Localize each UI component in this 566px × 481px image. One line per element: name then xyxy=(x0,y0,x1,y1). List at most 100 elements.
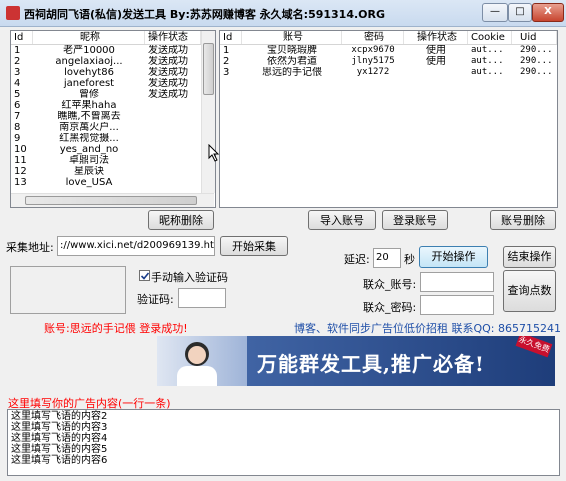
avatar-face xyxy=(188,346,206,364)
cell-account: 思远的手记偎 xyxy=(262,67,322,78)
captcha-code-input[interactable] xyxy=(178,288,226,308)
table-row[interactable]: 8 南京萬火户... xyxy=(11,122,201,133)
col-nickname[interactable]: 昵称 xyxy=(33,31,145,44)
ad-content-textarea[interactable]: 这里填写飞语的内容2 这里填写飞语的内容3 这里填写飞语的内容4 这里填写飞语的内容5… xyxy=(7,409,560,476)
table-row[interactable]: 13 love_USA xyxy=(11,177,201,188)
cell-id: 2 xyxy=(223,56,230,67)
avatar-body xyxy=(177,366,217,386)
ad-banner[interactable]: 万能群发工具,推广必备! 永久免费 xyxy=(157,336,555,386)
start-collect-button[interactable]: 开始采集 xyxy=(220,236,288,256)
cell-account: 依然为君道 xyxy=(267,56,317,67)
cell-id: 4 xyxy=(14,78,21,89)
col-account[interactable]: 账号 xyxy=(242,31,342,44)
cell-status: 发送成功 xyxy=(148,89,188,100)
cell-cookie: aut... xyxy=(471,67,504,77)
delay-unit: 秒 xyxy=(404,253,415,266)
col-status[interactable]: 操作状态 xyxy=(404,31,468,44)
cell-nick: 卓鼎司法 xyxy=(69,155,109,166)
ad-line: 这里填写飞语的内容2 xyxy=(11,411,108,422)
cell-uid: 290... xyxy=(520,56,553,66)
cell-nick: yes_and_no xyxy=(59,144,119,155)
cell-id: 3 xyxy=(14,67,21,78)
collect-url-input[interactable]: ://www.xici.net/d200969139.htm xyxy=(57,236,215,256)
query-points-button[interactable]: 查询点数 xyxy=(503,270,556,312)
cell-id: 10 xyxy=(14,144,27,155)
start-operation-button[interactable]: 开始操作 xyxy=(419,246,488,268)
table-row[interactable]: 6 红苹果haha xyxy=(11,100,201,111)
table-row[interactable]: 1 宝贝晓瑕脾 xcpx9670 使用 aut... 290... xyxy=(220,45,557,56)
cell-nick: lovehyt86 xyxy=(64,67,114,78)
mouse-cursor-icon xyxy=(208,144,220,162)
col-status[interactable]: 操作状态 xyxy=(145,31,201,44)
cell-password: xcpx9670 xyxy=(351,45,395,55)
union-password-input[interactable] xyxy=(420,295,494,315)
scroll-thumb[interactable] xyxy=(203,43,214,95)
account-list-header: Id 账号 密码 操作状态 Cookie Uid xyxy=(220,31,557,45)
table-row[interactable]: 9 红黑视觉摄... xyxy=(11,133,201,144)
cell-status: 使用 xyxy=(426,45,446,56)
manual-captcha-label[interactable]: 手动输入验证码 xyxy=(151,269,228,285)
ad-line: 这里填写飞语的内容4 xyxy=(11,433,108,444)
table-row[interactable]: 3 思远的手记偎 yx1272 aut... 290... xyxy=(220,67,557,78)
cell-id: 7 xyxy=(14,111,21,122)
manual-captcha-checkbox[interactable] xyxy=(139,270,150,281)
minimize-button[interactable]: — xyxy=(482,3,508,22)
col-password[interactable]: 密码 xyxy=(342,31,404,44)
union-account-label: 联众_账号: xyxy=(363,278,417,291)
h-scroll-thumb[interactable] xyxy=(25,196,197,205)
close-button[interactable]: X xyxy=(532,3,564,22)
cell-nick: 南京萬火户... xyxy=(59,122,119,133)
cell-status: 发送成功 xyxy=(148,78,188,89)
cell-nick: 红苹果haha xyxy=(61,100,117,111)
table-row[interactable]: 11 卓鼎司法 xyxy=(11,155,201,166)
cell-id: 5 xyxy=(14,89,21,100)
cell-id: 6 xyxy=(14,100,21,111)
delay-input[interactable]: 20 xyxy=(373,248,401,268)
table-row[interactable]: 5 曾修 发送成功 xyxy=(11,89,201,100)
maximize-button[interactable]: □ xyxy=(508,3,532,22)
table-row[interactable]: 1 老严10000 发送成功 xyxy=(11,45,201,56)
table-row[interactable]: 2 依然为君道 jlny5175 使用 aut... 290... xyxy=(220,56,557,67)
union-account-input[interactable] xyxy=(420,272,494,292)
window-title: 西祠胡同飞语(私信)发送工具 By:苏苏网赚博客 永久域名:591314.ORG xyxy=(24,8,386,21)
cell-status: 发送成功 xyxy=(148,67,188,78)
delay-label: 延迟: xyxy=(344,253,370,266)
delete-account-button[interactable]: 账号删除 xyxy=(490,210,556,230)
cell-id: 9 xyxy=(14,133,21,144)
table-row[interactable]: 7 瞧瞧,不曾离去 xyxy=(11,111,201,122)
table-row[interactable]: 10 yes_and_no xyxy=(11,144,201,155)
ad-line: 这里填写飞语的内容3 xyxy=(11,422,108,433)
end-operation-button[interactable]: 结束操作 xyxy=(503,246,556,268)
login-status-text: 账号:思远的手记偎 登录成功! xyxy=(44,322,188,335)
cell-password: yx1272 xyxy=(356,67,390,77)
promo-text: 博客、软件同步广告位低价招租 联系QQ: 865715241 xyxy=(294,322,562,335)
login-account-button[interactable]: 登录账号 xyxy=(382,210,448,230)
cell-nick: janeforest xyxy=(63,78,115,89)
col-id[interactable]: Id xyxy=(220,31,242,44)
col-cookie[interactable]: Cookie xyxy=(468,31,512,44)
nickname-list[interactable]: Id 昵称 操作状态 1 老严10000 发送成功 2 angelaxiaoj... 发送… xyxy=(10,30,216,208)
cell-uid: 290... xyxy=(520,45,553,55)
account-list[interactable]: Id 账号 密码 操作状态 Cookie Uid 1 宝贝晓瑕脾 xcpx9670 使… xyxy=(219,30,558,208)
col-id[interactable]: Id xyxy=(11,31,33,44)
table-row[interactable]: 4 janeforest 发送成功 xyxy=(11,78,201,89)
cell-id: 3 xyxy=(223,67,230,78)
horizontal-scrollbar[interactable] xyxy=(11,193,214,207)
table-row[interactable]: 12 星辰诀 xyxy=(11,166,201,177)
import-account-button[interactable]: 导入账号 xyxy=(308,210,376,230)
cell-status: 发送成功 xyxy=(148,45,188,56)
cell-id: 11 xyxy=(14,155,27,166)
ad-lines: 这里填写飞语的内容2 这里填写飞语的内容3 这里填写飞语的内容4 这里填写飞语的内容5… xyxy=(11,411,107,466)
table-row[interactable]: 3 lovehyt86 发送成功 xyxy=(11,67,201,78)
delete-nickname-button[interactable]: 昵称删除 xyxy=(148,210,214,230)
checkmark-icon xyxy=(140,272,150,280)
cell-nick: 瞧瞧,不曾离去 xyxy=(57,111,121,122)
col-uid[interactable]: Uid xyxy=(512,31,557,44)
table-row[interactable]: 2 angelaxiaoj... 发送成功 xyxy=(11,56,201,67)
cell-id: 13 xyxy=(14,177,27,188)
cell-nick: angelaxiaoj... xyxy=(55,56,123,67)
cell-id: 2 xyxy=(14,56,21,67)
vertical-scrollbar[interactable] xyxy=(201,31,215,193)
cell-nick: love_USA xyxy=(65,177,113,188)
cell-id: 12 xyxy=(14,166,27,177)
